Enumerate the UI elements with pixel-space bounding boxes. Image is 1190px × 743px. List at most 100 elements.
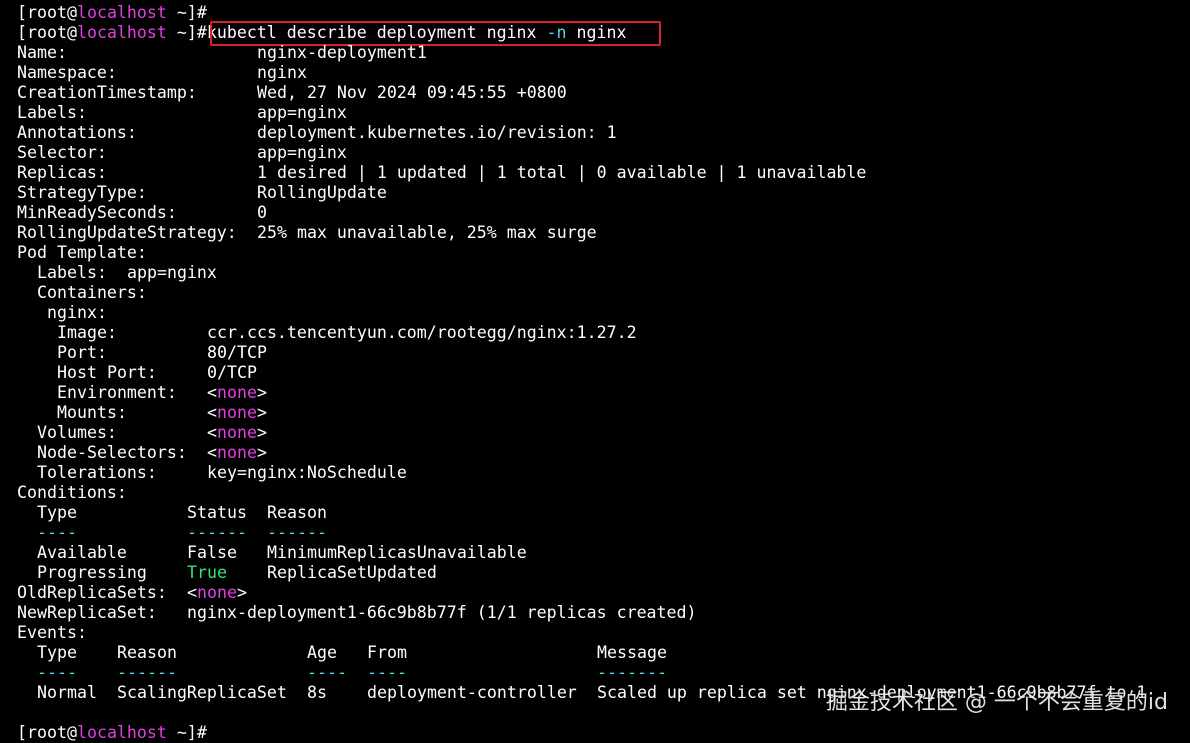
- prompt-suffix: ~]#: [166, 3, 207, 22]
- describe-value: Wed, 27 Nov 2024 09:45:55 +0800: [257, 83, 567, 102]
- pod-labels-key: Labels:: [37, 263, 107, 282]
- events-divider: ----: [307, 663, 347, 682]
- condition-status: True: [187, 563, 227, 582]
- describe-key: Annotations:: [17, 123, 137, 142]
- mounts-value: <none>: [207, 403, 267, 422]
- tolerations-key: Tolerations:: [37, 463, 157, 482]
- host-port-key: Host Port:: [57, 363, 157, 382]
- prompt-at: @: [66, 3, 77, 22]
- describe-line: Selector: app=nginx: [17, 143, 347, 163]
- describe-value: app=nginx: [257, 143, 347, 162]
- image-value: ccr.ccs.tencentyun.com/rootegg/nginx:1.2…: [207, 323, 637, 342]
- volumes-line: Volumes: <none>: [37, 423, 267, 443]
- old-replica-sets-line: OldReplicaSets: <none>: [17, 583, 247, 603]
- conditions-divider-row: ---- ------ ------: [37, 523, 327, 543]
- none-value: none: [217, 423, 257, 442]
- event-reason: ScalingReplicaSet: [117, 683, 287, 702]
- conditions-divider: ----: [37, 523, 77, 542]
- events-divider: ------: [117, 663, 177, 682]
- none-value: none: [217, 403, 257, 422]
- container-host-port-line: Host Port: 0/TCP: [57, 363, 257, 383]
- describe-value: RollingUpdate: [257, 183, 387, 202]
- node-selectors-line: Node-Selectors: <none>: [37, 443, 267, 463]
- none-value: none: [217, 443, 257, 462]
- events-row: Normal ScalingReplicaSet 8s deployment-cont…: [37, 683, 1146, 703]
- conditions-heading: Conditions:: [17, 483, 127, 502]
- prompt-host: localhost: [76, 3, 167, 22]
- new-replica-set-line: NewReplicaSet: nginx-deployment1-66c9b8b7…: [17, 603, 697, 623]
- describe-key: Replicas:: [17, 163, 107, 182]
- describe-value: 1 desired | 1 updated | 1 total | 0 avai…: [257, 163, 867, 182]
- new-replica-set-key: NewReplicaSet:: [17, 603, 157, 622]
- condition-type: Available: [37, 543, 127, 562]
- conditions-divider: ------: [187, 523, 247, 542]
- none-value: none: [217, 383, 257, 402]
- events-header-row: Type Reason Age From Message: [37, 643, 667, 663]
- event-from: deployment-controller: [367, 683, 577, 702]
- old-replica-sets-value: <none>: [187, 583, 247, 602]
- pod-template-heading: Pod Template:: [17, 243, 147, 262]
- describe-key: RollingUpdateStrategy:: [17, 223, 237, 242]
- events-divider: -------: [597, 663, 667, 682]
- conditions-header-status: Status: [187, 503, 247, 522]
- node-selectors-value: <none>: [207, 443, 267, 462]
- condition-reason: ReplicaSetUpdated: [267, 563, 437, 582]
- image-key: Image:: [57, 323, 117, 342]
- events-divider: ----: [367, 663, 407, 682]
- describe-value: app=nginx: [257, 103, 347, 122]
- describe-line: MinReadySeconds: 0: [17, 203, 267, 223]
- container-name: nginx:: [47, 303, 107, 322]
- prompt-suffix: ~]#: [166, 23, 207, 42]
- volumes-key: Volumes:: [37, 423, 117, 442]
- describe-key: Selector:: [17, 143, 107, 162]
- describe-key: Name:: [17, 43, 67, 62]
- prompt-user: root: [27, 3, 67, 22]
- pod-labels-value: app=nginx: [127, 263, 217, 282]
- describe-line: Annotations: deployment.kubernetes.io/rev…: [17, 123, 617, 143]
- events-header-age: Age: [307, 643, 337, 662]
- tolerations-value: key=nginx:NoSchedule: [207, 463, 407, 482]
- describe-line: CreationTimestamp: Wed, 27 Nov 2024 09:45…: [17, 83, 567, 103]
- conditions-row: Available False MinimumReplicasUnavailable: [37, 543, 527, 563]
- none-value: none: [197, 583, 237, 602]
- condition-status: False: [187, 543, 237, 562]
- events-header-type: Type: [37, 643, 77, 662]
- node-selectors-key: Node-Selectors:: [37, 443, 187, 462]
- container-image-line: Image: ccr.ccs.tencentyun.com/rootegg/ngi…: [57, 323, 637, 343]
- pod-labels-line: Labels: app=nginx: [37, 263, 217, 283]
- describe-key: StrategyType:: [17, 183, 147, 202]
- host-port-value: 0/TCP: [207, 363, 257, 382]
- terminal-window[interactable]: [root@localhost ~]# [root@localhost ~]#k…: [0, 0, 1190, 743]
- prompt-host: localhost: [76, 723, 167, 742]
- port-value: 80/TCP: [207, 343, 267, 362]
- describe-line: StrategyType: RollingUpdate: [17, 183, 387, 203]
- describe-value: 25% max unavailable, 25% max surge: [257, 223, 597, 242]
- new-replica-set-value: nginx-deployment1-66c9b8b77f (1/1 replic…: [187, 603, 697, 622]
- describe-line: RollingUpdateStrategy: 25% max unavailabl…: [17, 223, 597, 243]
- describe-key: Labels:: [17, 103, 87, 122]
- events-header-reason: Reason: [117, 643, 177, 662]
- describe-line: Name: nginx-deployment1: [17, 43, 427, 63]
- prompt-bracket-open: [: [17, 23, 27, 42]
- port-key: Port:: [57, 343, 107, 362]
- describe-line: Labels: app=nginx: [17, 103, 347, 123]
- environment-value: <none>: [207, 383, 267, 402]
- containers-heading: Containers:: [37, 283, 147, 302]
- event-age: 8s: [307, 683, 327, 702]
- prompt-line-current[interactable]: [root@localhost ~]#: [17, 723, 207, 743]
- prompt-line-previous: [root@localhost ~]#: [17, 3, 207, 23]
- prompt-bracket-open: [: [17, 3, 27, 22]
- describe-line: Namespace: nginx: [17, 63, 307, 83]
- conditions-header-reason: Reason: [267, 503, 327, 522]
- describe-key: MinReadySeconds:: [17, 203, 177, 222]
- condition-reason: MinimumReplicasUnavailable: [267, 543, 527, 562]
- prompt-bracket-open: [: [17, 723, 27, 742]
- conditions-row: Progressing True ReplicaSetUpdated: [37, 563, 437, 583]
- events-divider-row: ---- ------ ---- ---- -------: [37, 663, 667, 683]
- describe-value: deployment.kubernetes.io/revision: 1: [257, 123, 617, 142]
- prompt-user: root: [27, 723, 67, 742]
- prompt-user: root: [27, 23, 67, 42]
- watermark-text: 掘金技术社区 @ 一个不会重复的id: [825, 690, 1168, 715]
- event-type: Normal: [37, 683, 97, 702]
- events-divider: ----: [37, 663, 77, 682]
